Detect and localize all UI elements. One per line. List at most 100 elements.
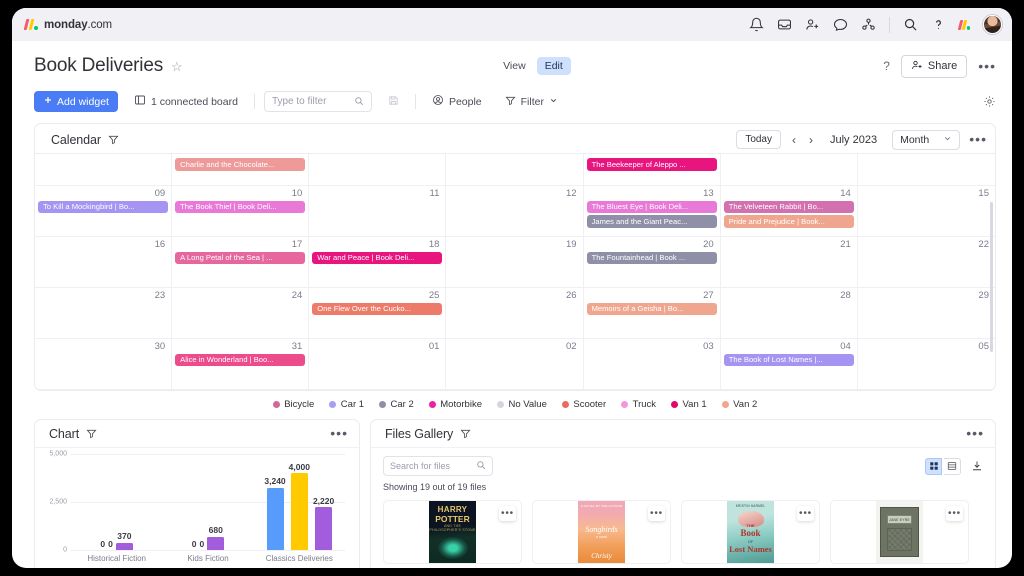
help-icon[interactable]	[931, 17, 946, 32]
calendar-day-cell[interactable]: 01	[309, 339, 446, 390]
calendar-day-cell[interactable]: 20The Fountainhead | Book ...	[584, 237, 721, 288]
teams-icon[interactable]	[861, 17, 876, 32]
calendar-day-cell[interactable]: 22	[858, 237, 995, 288]
chart-bar-item[interactable]: 0	[108, 454, 113, 550]
calendar-event[interactable]: One Flew Over the Cucko...	[312, 303, 442, 316]
calendar-day-cell[interactable]: 28	[721, 288, 858, 339]
filter-search-box[interactable]	[264, 91, 372, 112]
calendar-event[interactable]: Charlie and the Chocolate...	[175, 158, 305, 171]
chart-bar-item[interactable]: 0	[199, 454, 204, 550]
chart-more-button[interactable]: •••	[330, 429, 348, 437]
calendar-event[interactable]: War and Peace | Book Deli...	[312, 252, 442, 265]
view-edit-toggle[interactable]: View Edit	[495, 57, 571, 75]
avatar[interactable]	[983, 15, 1002, 34]
calendar-day-cell[interactable]: 04The Book of Lost Names |...	[721, 339, 858, 390]
dashboard-settings-button[interactable]	[983, 95, 996, 108]
calendar-day-cell[interactable]: 29	[858, 288, 995, 339]
chart-bar[interactable]	[315, 507, 332, 550]
chart-filter-icon[interactable]	[86, 428, 97, 439]
chart-bar-item[interactable]: 3,240	[264, 454, 285, 550]
chart-bar-item[interactable]: 0	[192, 454, 197, 550]
calendar-legend-item[interactable]: Scooter	[562, 399, 606, 410]
favorite-star-icon[interactable]: ☆	[171, 60, 183, 73]
calendar-day-cell[interactable]: 03	[584, 339, 721, 390]
chart-bar[interactable]	[116, 543, 133, 550]
calendar-day-cell[interactable]: 13The Bluest Eye | Book Deli...James and…	[584, 186, 721, 237]
calendar-legend-item[interactable]: Bicycle	[273, 399, 315, 410]
calendar-day-cell[interactable]: 11	[309, 186, 446, 237]
save-filter-button[interactable]	[381, 91, 406, 112]
chart-bar-item[interactable]: 370	[116, 454, 133, 550]
calendar-legend-item[interactable]: No Value	[497, 399, 547, 410]
add-widget-button[interactable]: Add widget	[34, 91, 118, 112]
calendar-day-cell[interactable]: 14The Velveteen Rabbit | Bo...Pride and …	[721, 186, 858, 237]
grid-view-button[interactable]	[925, 458, 942, 475]
calendar-filter-icon[interactable]	[108, 134, 119, 145]
page-more-button[interactable]: •••	[978, 62, 996, 70]
files-search-input[interactable]	[390, 461, 472, 471]
calendar-day-cell[interactable]: The Beekeeper of Aleppo ...	[584, 154, 721, 186]
calendar-day-cell[interactable]: 09To Kill a Mockingbird | Bo...	[35, 186, 172, 237]
calendar-legend-item[interactable]: Motorbike	[429, 399, 482, 410]
calendar-day-cell[interactable]	[35, 154, 172, 186]
filter-button[interactable]: Filter	[498, 91, 565, 112]
calendar-day-cell[interactable]: 21	[721, 237, 858, 288]
calendar-day-cell[interactable]	[858, 154, 995, 186]
calendar-scrollbar[interactable]	[990, 202, 993, 352]
inbox-icon[interactable]	[777, 17, 792, 32]
calendar-event[interactable]: Alice in Wonderland | Boo...	[175, 354, 305, 367]
file-card-songbirds[interactable]: A NOVEL BY THE AUTHOR Songbirds a novel …	[532, 500, 671, 564]
share-button[interactable]: Share	[901, 55, 967, 78]
download-button[interactable]	[971, 460, 983, 472]
calendar-event[interactable]: The Bluest Eye | Book Deli...	[587, 201, 717, 214]
calendar-day-cell[interactable]: 16	[35, 237, 172, 288]
calendar-day-cell[interactable]: Charlie and the Chocolate...	[172, 154, 309, 186]
file-menu-button[interactable]: •••	[499, 506, 516, 521]
calendar-day-cell[interactable]: 12	[446, 186, 583, 237]
next-month-button[interactable]: ›	[807, 133, 815, 147]
calendar-day-cell[interactable]: 17A Long Petal of the Sea | ...	[172, 237, 309, 288]
chart-bar[interactable]	[207, 537, 224, 550]
chart-bar-item[interactable]: 0	[100, 454, 105, 550]
prev-month-button[interactable]: ‹	[790, 133, 798, 147]
calendar-event[interactable]: The Book Thief | Book Deli...	[175, 201, 305, 214]
list-view-button[interactable]	[944, 458, 961, 475]
calendar-day-cell[interactable]: 30	[35, 339, 172, 390]
calendar-legend-item[interactable]: Truck	[621, 399, 656, 410]
calendar-day-cell[interactable]: 25One Flew Over the Cucko...	[309, 288, 446, 339]
calendar-legend-item[interactable]: Car 1	[329, 399, 364, 410]
chart-bar-item[interactable]: 2,220	[313, 454, 334, 550]
monday-brand-logo[interactable]: monday.com	[25, 19, 112, 31]
files-filter-icon[interactable]	[460, 428, 471, 439]
file-card-book-of-lost-names[interactable]: KRISTIN HARMEL THE Book OF Lost Names ••…	[681, 500, 820, 564]
file-menu-button[interactable]: •••	[648, 506, 665, 521]
invite-member-icon[interactable]	[805, 17, 820, 32]
files-search-box[interactable]	[383, 456, 493, 476]
notifications-bell-icon[interactable]	[749, 17, 764, 32]
calendar-event[interactable]: James and the Giant Peac...	[587, 215, 717, 228]
calendar-day-cell[interactable]: 02	[446, 339, 583, 390]
calendar-day-cell[interactable]: 23	[35, 288, 172, 339]
calendar-day-cell[interactable]: 24	[172, 288, 309, 339]
calendar-day-cell[interactable]: 19	[446, 237, 583, 288]
calendar-more-button[interactable]: •••	[969, 135, 987, 143]
connected-board-button[interactable]: 1 connected board	[127, 91, 245, 112]
calendar-day-cell[interactable]: 27Memoirs of a Geisha | Bo...	[584, 288, 721, 339]
search-icon[interactable]	[903, 17, 918, 32]
calendar-event[interactable]: The Velveteen Rabbit | Bo...	[724, 201, 854, 214]
calendar-event[interactable]: To Kill a Mockingbird | Bo...	[38, 201, 168, 214]
updates-icon[interactable]	[833, 17, 848, 32]
calendar-legend-item[interactable]: Van 2	[722, 399, 758, 410]
calendar-legend-item[interactable]: Van 1	[671, 399, 707, 410]
file-card-jane-eyre[interactable]: JANE EYRE •••	[830, 500, 969, 564]
calendar-day-cell[interactable]	[446, 154, 583, 186]
chart-bar-item[interactable]: 4,000	[289, 454, 310, 550]
calendar-day-cell[interactable]: 05	[858, 339, 995, 390]
calendar-day-cell[interactable]: 10The Book Thief | Book Deli...	[172, 186, 309, 237]
file-card-harry-potter[interactable]: HARRY POTTER AND THE PHILOSOPHER'S STONE…	[383, 500, 522, 564]
files-more-button[interactable]: •••	[966, 429, 984, 437]
calendar-event[interactable]: Pride and Prejudice | Book...	[724, 215, 854, 228]
calendar-event[interactable]: The Fountainhead | Book ...	[587, 252, 717, 265]
calendar-day-cell[interactable]	[721, 154, 858, 186]
calendar-day-cell[interactable]: 15	[858, 186, 995, 237]
